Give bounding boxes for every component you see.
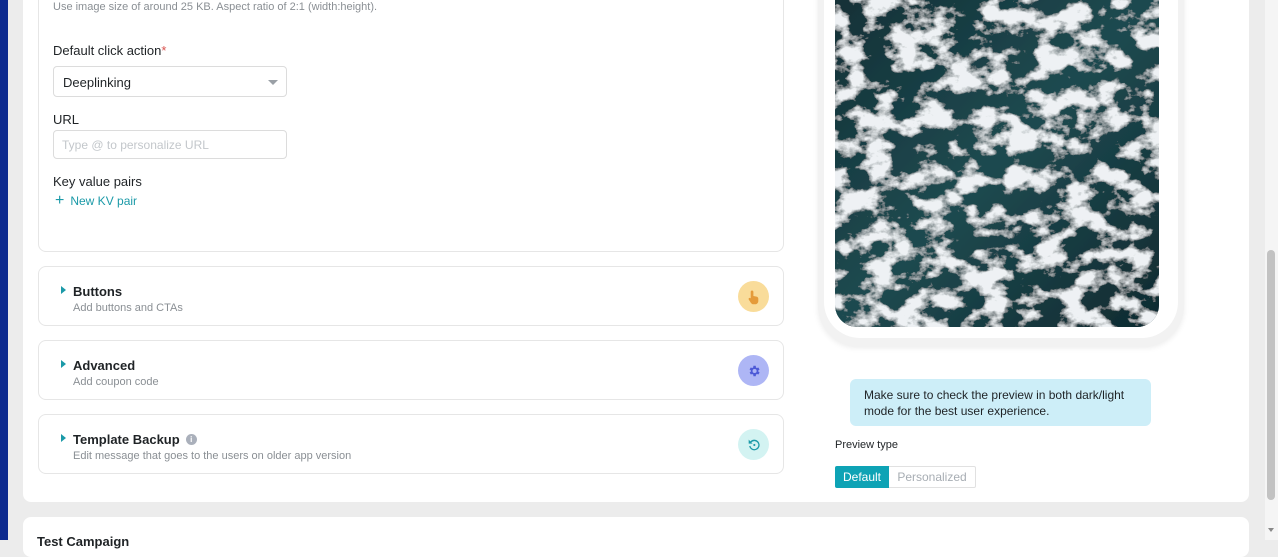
advanced-section[interactable]: Advanced Add coupon code [38,340,784,400]
url-input[interactable] [53,130,287,159]
required-mark: * [161,43,167,58]
preview-image [835,0,1159,327]
preview-type-label: Preview type [835,439,898,451]
advanced-subtitle: Add coupon code [73,376,159,388]
template-backup-title: Template Backup i [73,432,197,447]
chevron-down-icon [268,80,278,85]
plus-icon: + [55,192,65,209]
page-scrollbar[interactable] [1265,0,1278,540]
caret-right-icon [61,286,66,294]
test-campaign-card: Test Campaign [23,517,1249,557]
preview-type-default[interactable]: Default [835,466,889,488]
template-backup-section[interactable]: Template Backup i Edit message that goes… [38,414,784,474]
gear-icon [738,355,769,386]
click-action-card [38,0,784,252]
scroll-down-icon[interactable] [1268,528,1274,532]
image-hint: Use image size of around 25 KB. Aspect r… [53,1,378,13]
new-kv-pair-label: New KV pair [70,194,138,208]
template-backup-subtitle: Edit message that goes to the users on o… [73,450,352,462]
url-label: URL [53,112,80,127]
test-campaign-title: Test Campaign [37,534,130,549]
info-icon[interactable]: i [185,434,197,445]
scrollbar-thumb[interactable] [1267,250,1275,500]
preview-type-personalized[interactable]: Personalized [889,466,976,488]
click-action-select[interactable]: Deeplinking [53,66,287,97]
buttons-subtitle: Add buttons and CTAs [73,302,183,314]
restore-icon [738,429,769,460]
click-action-label: Default click action* [53,43,167,58]
buttons-title: Buttons [73,284,123,299]
pointer-hand-icon [738,281,769,312]
kv-label: Key value pairs [53,174,142,189]
caret-right-icon [61,360,66,368]
sidebar-edge [0,0,8,540]
new-kv-pair-button[interactable]: + New KV pair [55,192,138,209]
buttons-section[interactable]: Buttons Add buttons and CTAs [38,266,784,326]
caret-right-icon [61,434,66,442]
preview-tip: Make sure to check the preview in both d… [850,379,1151,426]
advanced-title: Advanced [73,358,136,373]
click-action-value: Deeplinking [63,75,131,90]
